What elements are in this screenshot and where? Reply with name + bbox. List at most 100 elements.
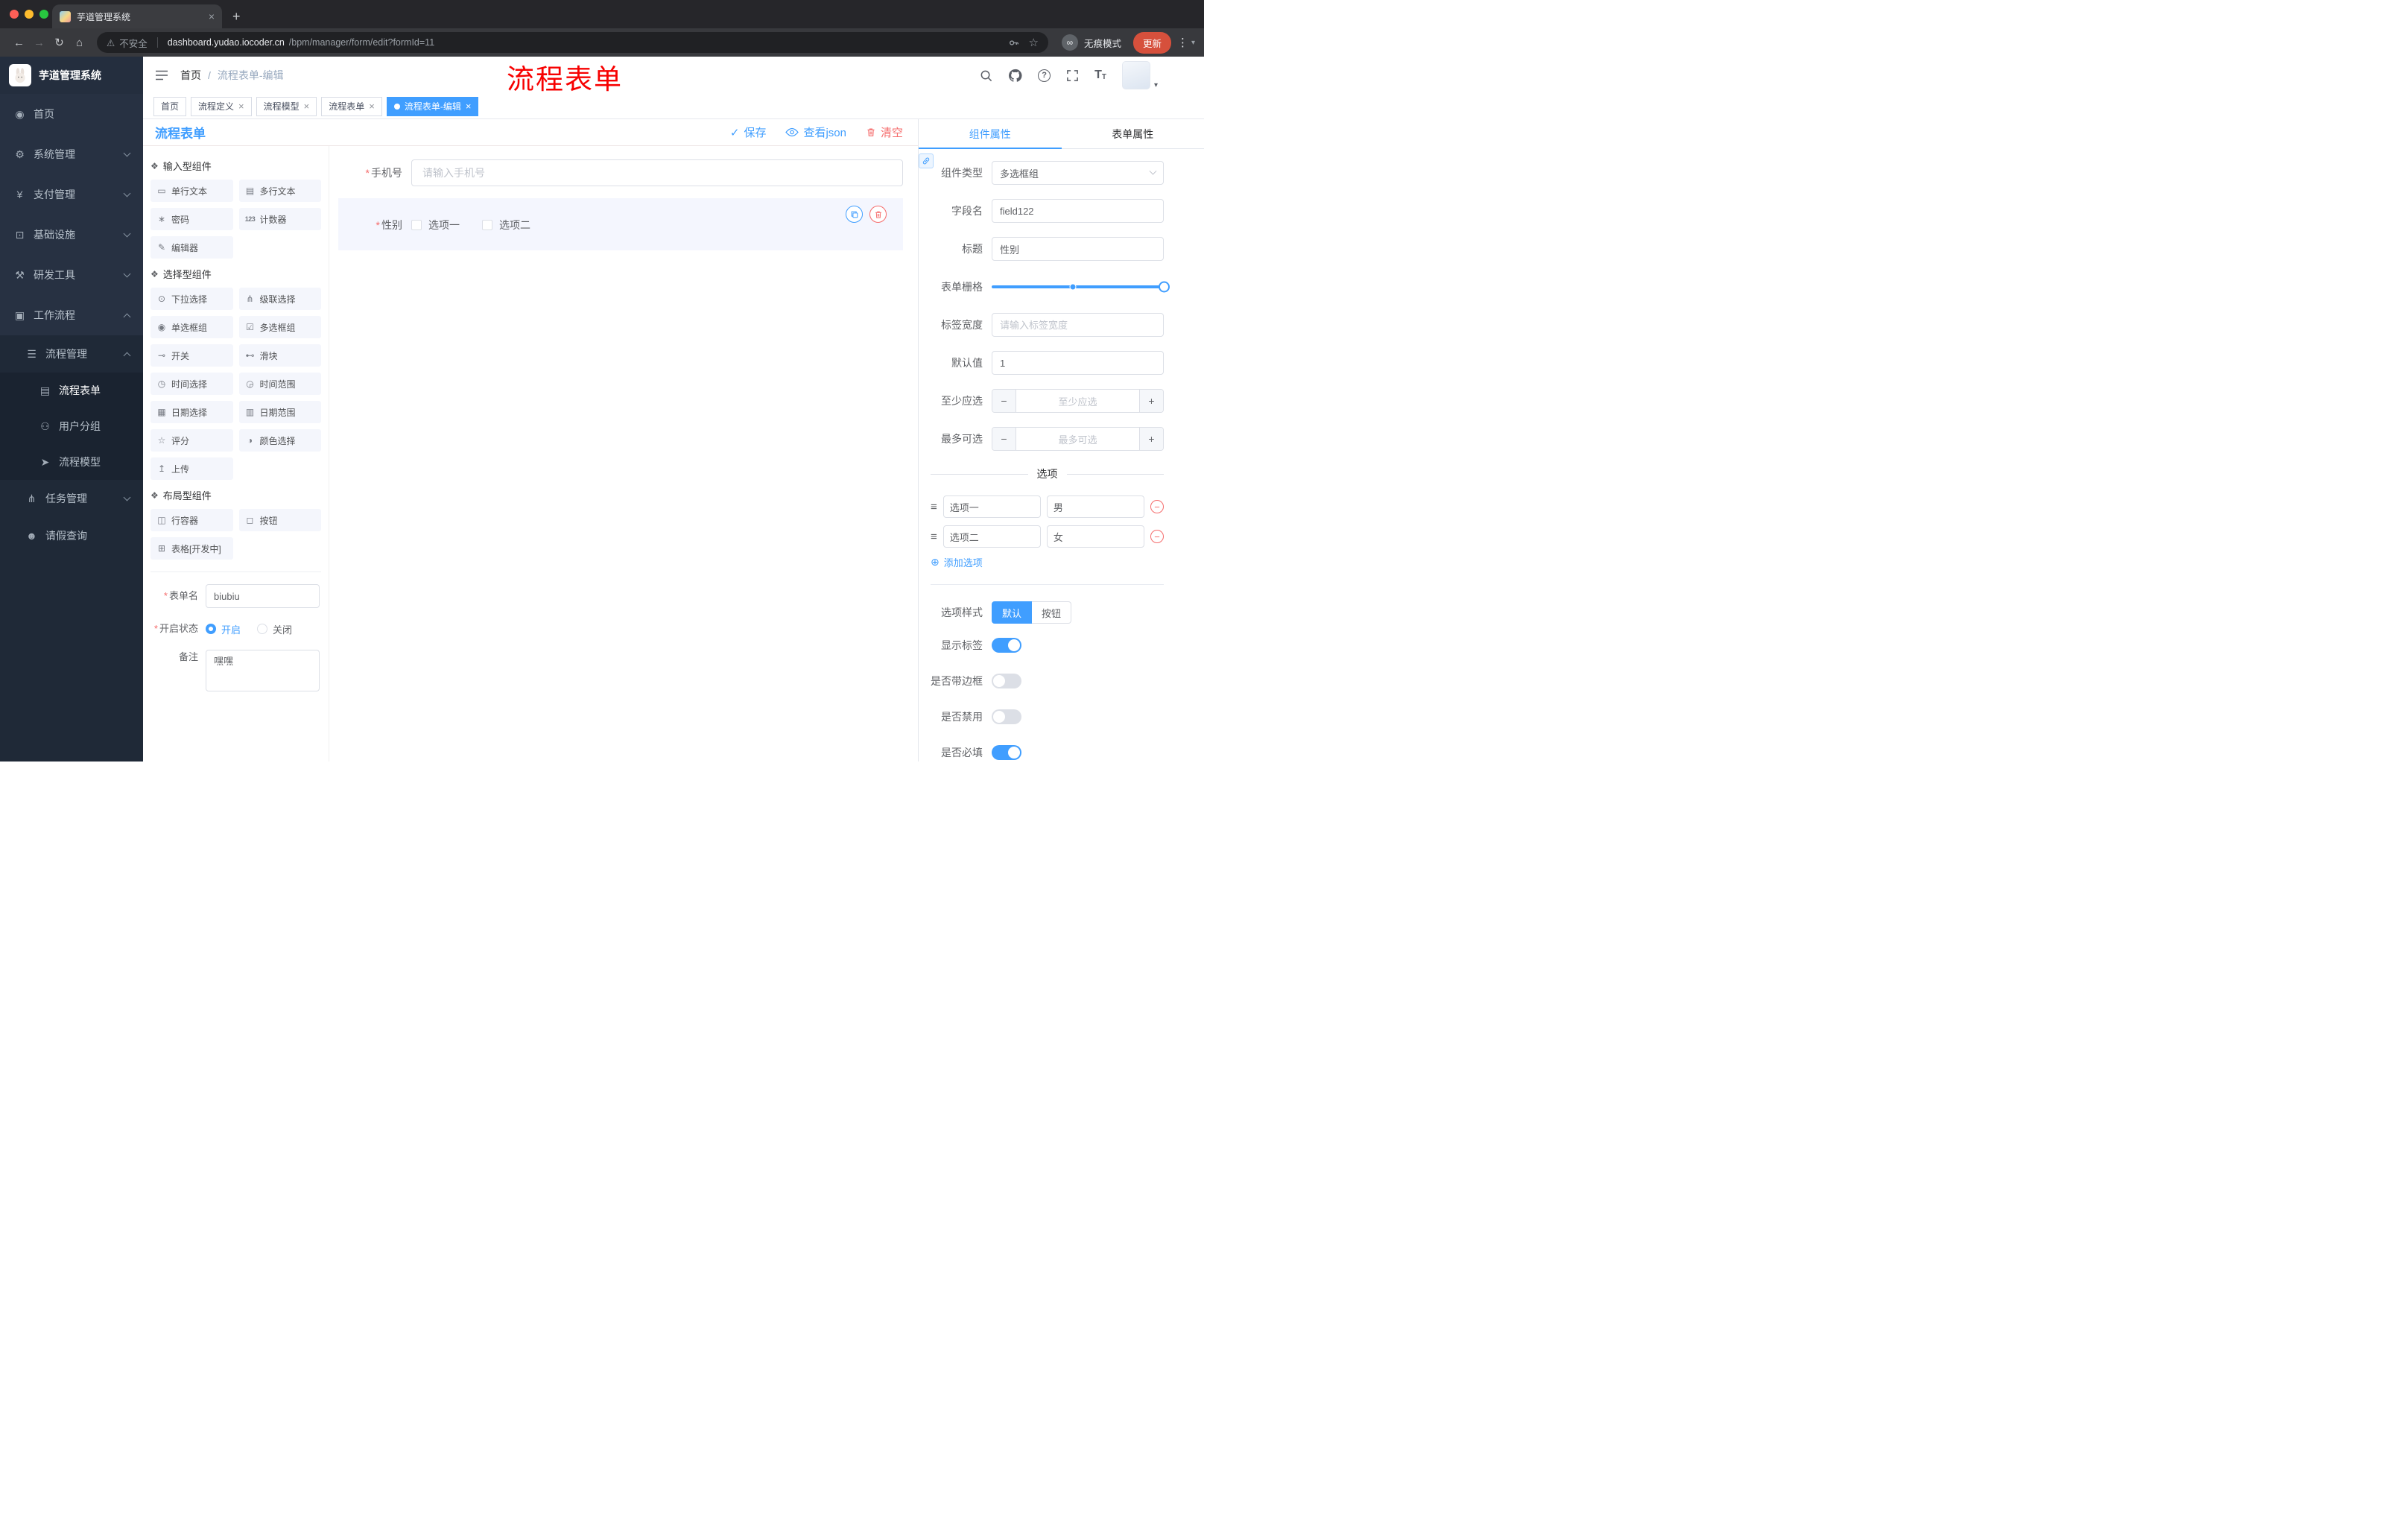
sidebar-item-system[interactable]: ⚙ 系统管理 [0,134,143,174]
chip-single-line-text[interactable]: ▭ 单行文本 [150,180,233,202]
chip-upload[interactable]: ↥ 上传 [150,457,233,480]
remove-option-button[interactable]: − [1150,530,1165,543]
tab-component-props[interactable]: 组件属性 [919,119,1062,149]
save-button[interactable]: ✓ 保存 [730,124,767,140]
max-checked-value[interactable]: 最多可选 [1016,428,1139,450]
search-icon[interactable] [980,69,992,82]
option-value-input[interactable]: 男 [1046,495,1145,518]
increase-button[interactable]: + [1139,428,1163,450]
decrease-button[interactable]: − [992,428,1016,450]
fullscreen-icon[interactable] [1066,69,1079,82]
sidebar-item-devtools[interactable]: ⚒ 研发工具 [0,255,143,295]
remove-option-button[interactable]: − [1150,500,1165,513]
chip-rate[interactable]: ☆ 评分 [150,429,233,452]
chip-multi-line-text[interactable]: ▤ 多行文本 [238,180,321,202]
chip-row-container[interactable]: ◫ 行容器 [150,509,233,531]
field-name-input[interactable] [992,199,1164,223]
tab-form-props[interactable]: 表单属性 [1062,119,1205,148]
user-menu[interactable]: ▾ [1121,61,1158,89]
chip-slider[interactable]: ⊷ 滑块 [238,344,321,367]
tag-process-form[interactable]: 流程表单 × [321,96,382,116]
bookmark-star-icon[interactable]: ☆ [1028,36,1038,49]
tag-close-icon[interactable]: × [466,101,472,112]
github-icon[interactable] [1008,69,1022,83]
site-security[interactable]: ⚠ 不安全 [107,36,148,50]
default-value-input[interactable] [992,351,1164,375]
chip-password[interactable]: ∗ 密码 [150,208,233,230]
chip-editor[interactable]: ✎ 编辑器 [150,236,233,259]
decrease-button[interactable]: − [992,390,1016,412]
password-key-icon[interactable] [1008,37,1019,48]
clear-button[interactable]: 清空 [866,124,903,140]
chip-switch[interactable]: ⊸ 开关 [150,344,233,367]
chip-counter[interactable]: 123 计数器 [238,208,321,230]
chip-table[interactable]: ⊞ 表格[开发中] [150,537,233,560]
form-name-input[interactable] [206,584,320,608]
breadcrumb-home[interactable]: 首页 [180,68,201,83]
style-button-button[interactable]: 按钮 [1032,601,1072,624]
avatar[interactable] [1121,61,1150,89]
option-drag-icon[interactable]: ≡ [931,501,937,513]
sidebar-item-infrastructure[interactable]: ⊡ 基础设施 [0,215,143,255]
browser-menu-icon[interactable]: ⋮ [1177,36,1188,49]
selected-widget-gender[interactable]: * 性别 选项一 选项二 [338,198,903,250]
zoom-window-button[interactable] [39,10,48,19]
form-field-gender[interactable]: * 性别 选项一 选项二 [338,218,903,232]
sidebar-item-home[interactable]: ◉ 首页 [0,94,143,134]
checkbox-option-2[interactable]: 选项二 [482,218,530,232]
reload-button[interactable]: ↻ [49,33,69,53]
slider-track[interactable] [992,281,1170,293]
option-label-input[interactable]: 选项一 [942,495,1041,518]
tag-process-form-edit[interactable]: 流程表单-编辑 × [386,96,479,116]
style-default-button[interactable]: 默认 [992,601,1033,624]
sidebar-item-leave-query[interactable]: ☻ 请假查询 [0,517,143,554]
tag-process-definition[interactable]: 流程定义 × [191,96,252,116]
checkbox-option-1[interactable]: 选项一 [411,218,460,232]
delete-widget-button[interactable] [869,206,887,223]
link-icon[interactable] [919,153,934,168]
add-option-button[interactable]: ⊕ 添加选项 [931,555,1164,569]
tag-close-icon[interactable]: × [369,101,375,112]
sidebar-item-process-management[interactable]: ☰ 流程管理 [0,335,143,373]
new-tab-button[interactable]: + [232,10,241,23]
forward-button[interactable]: → [29,33,49,53]
required-switch[interactable] [992,745,1021,760]
status-off-radio[interactable]: 关闭 [257,622,292,636]
chip-button[interactable]: ◻ 按钮 [238,509,321,531]
sidebar-item-payment[interactable]: ¥ 支付管理 [0,174,143,215]
tag-process-model[interactable]: 流程模型 × [256,96,317,116]
chip-checkbox-group[interactable]: ☑ 多选框组 [238,316,321,338]
chip-date-picker[interactable]: ▦ 日期选择 [150,401,233,423]
chip-cascader[interactable]: ⋔ 级联选择 [238,288,321,310]
back-button[interactable]: ← [9,33,29,53]
sidebar-item-process-form[interactable]: ▤ 流程表单 [0,373,143,408]
option-drag-icon[interactable]: ≡ [931,531,937,543]
title-input[interactable] [992,237,1164,261]
tab-close-icon[interactable]: × [209,10,215,22]
close-window-button[interactable] [10,10,19,19]
copy-widget-button[interactable] [846,206,863,223]
tag-close-icon[interactable]: × [304,101,310,112]
min-checked-value[interactable]: 至少应选 [1016,390,1139,412]
update-button[interactable]: 更新 [1132,31,1171,54]
sidebar-item-task-management[interactable]: ⋔ 任务管理 [0,480,143,517]
chevron-down-icon[interactable]: ▾ [1191,39,1195,47]
chip-radio-group[interactable]: ◉ 单选框组 [150,316,233,338]
chip-date-range[interactable]: ▥ 日期范围 [238,401,321,423]
label-width-input[interactable] [992,313,1164,337]
tag-close-icon[interactable]: × [238,101,244,112]
border-switch[interactable] [992,674,1021,688]
chip-select[interactable]: ⊙ 下拉选择 [150,288,233,310]
chip-time-range[interactable]: ◶ 时间范围 [238,373,321,395]
component-type-select[interactable]: 多选框组 [992,161,1164,185]
form-canvas[interactable]: * 手机号 请输入手机号 * 性别 选项一 选项二 [329,146,918,762]
phone-input[interactable] [411,159,903,186]
increase-button[interactable]: + [1139,390,1163,412]
view-json-button[interactable]: 查看json [785,124,846,140]
address-bar[interactable]: ⚠ 不安全 dashboard.yudao.iocoder.cn/bpm/man… [97,32,1048,53]
font-size-icon[interactable]: TT [1094,69,1106,81]
remark-textarea[interactable]: 嘿嘿 [206,650,320,691]
status-on-radio[interactable]: 开启 [206,622,241,636]
sidebar-item-process-model[interactable]: ➤ 流程模型 [0,444,143,480]
minimize-window-button[interactable] [25,10,34,19]
